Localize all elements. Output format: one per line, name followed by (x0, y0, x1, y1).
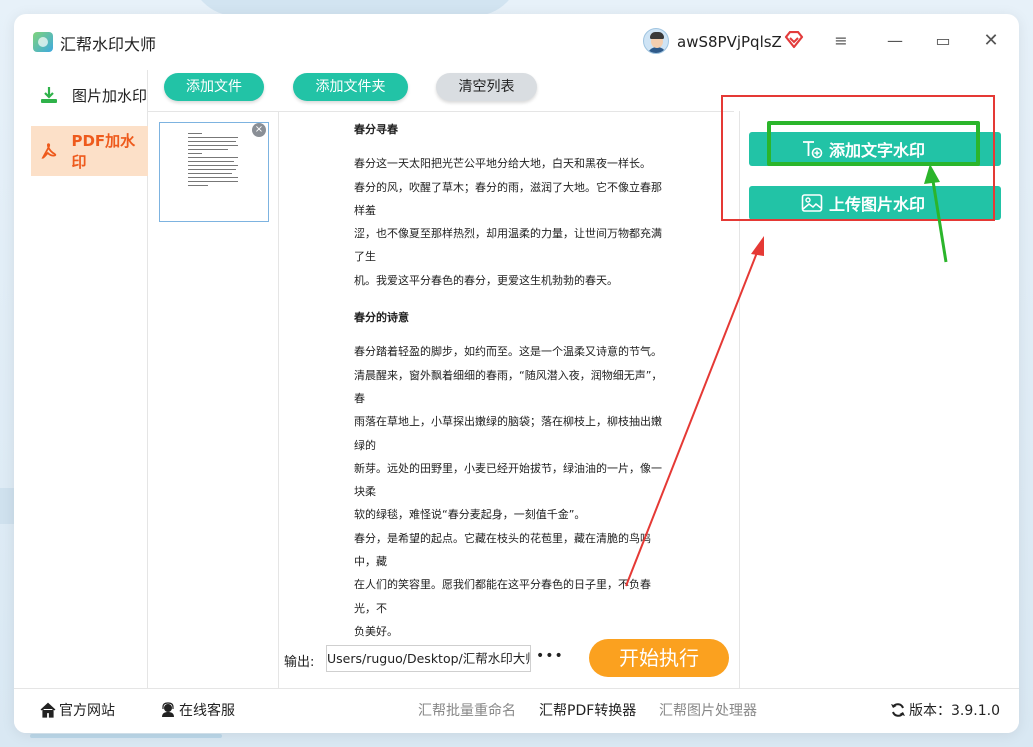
sidebar-item-image-watermark[interactable]: 图片加水印 (31, 70, 148, 120)
online-service-link[interactable]: 在线客服 (160, 700, 235, 720)
user-avatar[interactable] (643, 28, 669, 54)
official-site-label: 官方网站 (59, 703, 115, 719)
preview-line: 春分，是希望的起点。它藏在枝头的花苞里，藏在清脆的鸟鸣中，藏 (354, 531, 651, 569)
sidebar: 图片加水印 PDF加水印 (31, 70, 148, 688)
menu-icon[interactable]: ≡ (830, 30, 852, 52)
sidebar-item-label: PDF加水印 (71, 132, 136, 171)
title-bar: 汇帮水印大师 awS8PVjPqlsZ ≡ — ▭ ✕ (14, 14, 1019, 70)
preview-line: 软的绿毯，难怪说“春分麦起身，一刻值千金”。 (354, 508, 586, 522)
annotation-green-highlight (767, 121, 980, 166)
username[interactable]: awS8PVjPqlsZ (677, 33, 782, 51)
sidebar-item-label: 图片加水印 (72, 86, 148, 105)
preview-line: 涩，也不像夏至那样热烈，却用温柔的力量，让世间万物都充满了生 (354, 227, 662, 264)
footer-bar: 官方网站 在线客服 汇帮批量重命名 汇帮PDF转换器 汇帮图片处理器 版本：3.… (14, 688, 1019, 733)
preview-line: 机。我爱这平分春色的春分，更爱这生机勃勃的春天。 (354, 273, 618, 287)
batch-rename-link[interactable]: 汇帮批量重命名 (418, 700, 516, 720)
browse-more-button[interactable]: ••• (536, 648, 564, 664)
close-icon[interactable]: ✕ (980, 30, 1002, 52)
sidebar-item-pdf-watermark[interactable]: PDF加水印 (31, 126, 148, 176)
official-site-link[interactable]: 官方网站 (40, 700, 115, 720)
app-window: 汇帮水印大师 awS8PVjPqlsZ ≡ — ▭ ✕ 图片加水印 PDF加水印 (14, 14, 1019, 733)
headset-icon (162, 702, 174, 717)
file-thumbnail[interactable] (159, 122, 269, 222)
maximize-icon[interactable]: ▭ (932, 30, 954, 52)
minimize-icon[interactable]: — (884, 30, 906, 52)
remove-file-icon[interactable]: × (252, 123, 266, 137)
vip-diamond-icon[interactable] (784, 31, 804, 49)
add-file-button[interactable]: 添加文件 (164, 73, 264, 101)
version-info[interactable]: 版本：3.9.1.0 (890, 700, 1000, 720)
download-tray-icon (41, 87, 57, 103)
add-folder-button[interactable]: 添加文件夹 (293, 73, 408, 101)
output-path-field[interactable]: Users/ruguo/Desktop/汇帮水印大师 (326, 645, 531, 672)
background-decoration (0, 488, 14, 524)
preview-line: 春分这一天太阳把光芒公平地分给大地，白天和黑夜一样长。 (354, 157, 651, 171)
home-icon (40, 702, 56, 718)
start-button[interactable]: 开始执行 (589, 639, 729, 677)
app-title: 汇帮水印大师 (60, 35, 157, 54)
preview-line: 清晨醒来，窗外飘着细细的春雨，“随风潜入夜，润物细无声”，春 (354, 368, 663, 405)
online-service-label: 在线客服 (179, 703, 235, 719)
output-label: 输出: (284, 655, 315, 670)
clear-list-button[interactable]: 清空列表 (436, 73, 537, 101)
preview-line: 春分踏着轻盈的脚步，如约而至。这是一个温柔又诗意的节气。 (354, 345, 662, 359)
preview-line: 在人们的笑容里。愿我们都能在这平分春色的日子里，不负春光，不 (354, 578, 651, 615)
app-logo-icon (33, 32, 53, 52)
background-decoration (30, 734, 222, 738)
preview-line: 春分的风，吹醒了草木；春分的雨，滋润了大地。它不像立春那样羞 (354, 180, 662, 217)
preview-line: 雨落在草地上，小草探出嫩绿的脑袋；落在柳枝上，柳枝抽出嫩绿的 (354, 415, 662, 452)
pdf-converter-link[interactable]: 汇帮PDF转换器 (539, 700, 636, 720)
refresh-icon (891, 703, 905, 717)
preview-heading: 春分的诗意 (354, 311, 409, 325)
preview-heading: 春分寻春 (354, 123, 398, 136)
pdf-icon (41, 143, 57, 159)
image-processor-link[interactable]: 汇帮图片处理器 (659, 700, 757, 720)
version-label: 版本：3.9.1.0 (909, 703, 1000, 719)
pdf-preview: 春分寻春 春分这一天太阳把光芒公平地分给大地，白天和黑夜一样长。 春分的风，吹醒… (354, 118, 666, 643)
preview-line: 新芽。远处的田野里，小麦已经开始拔节，绿油油的一片，像一块柔 (354, 461, 662, 499)
